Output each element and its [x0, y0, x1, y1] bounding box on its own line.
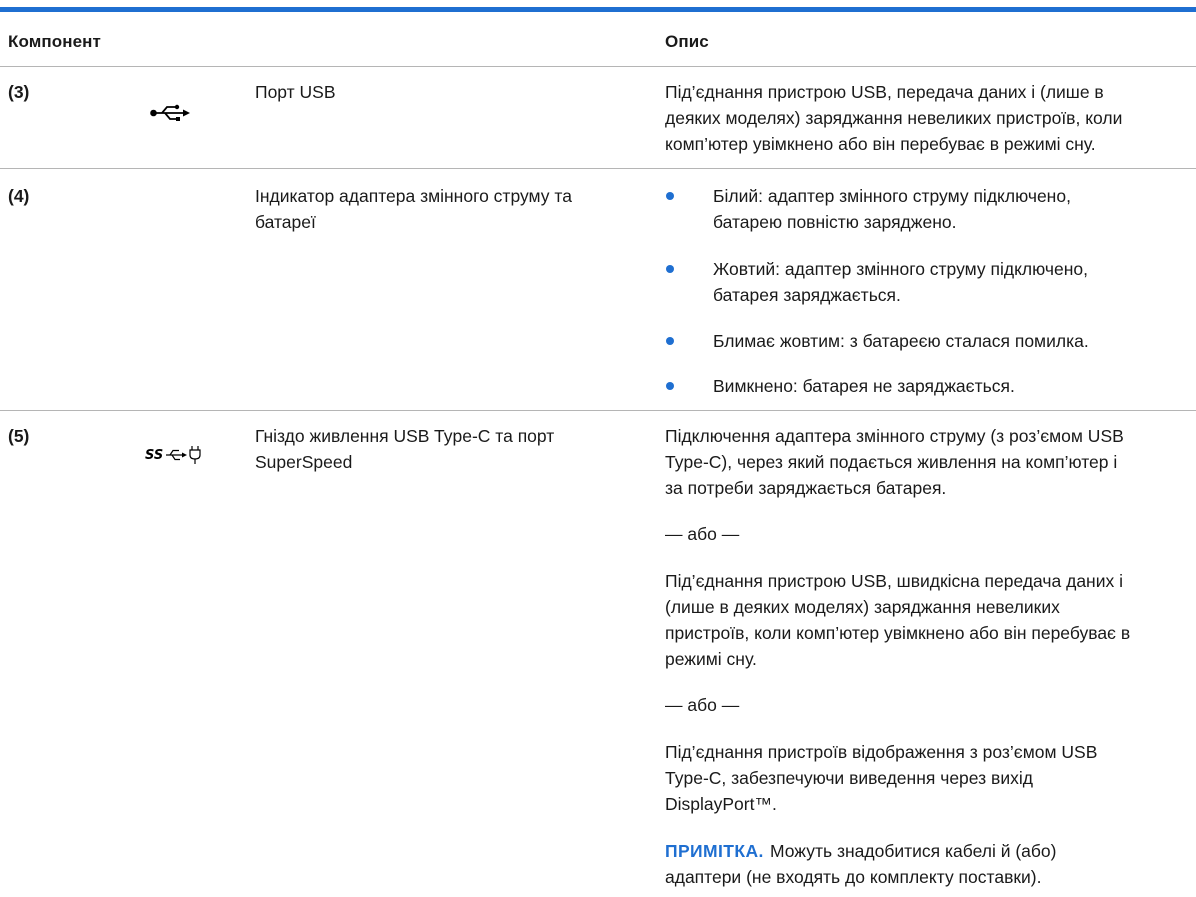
bullet-icon: [666, 192, 674, 200]
bullet-text: Жовтий: адаптер змінного струму підключе…: [713, 259, 1088, 279]
desc-line: деяких моделях) заряджання невеликих при…: [665, 108, 1123, 128]
usb-icon: [150, 104, 190, 121]
component-name: Порт USB: [255, 82, 336, 102]
desc-line: Під’єднання пристрою USB, передача даних…: [665, 82, 1104, 102]
note-text: Можуть знадобитися кабелі й (або): [770, 841, 1057, 861]
component-name: SuperSpeed: [255, 452, 353, 472]
desc-line: Під’єднання пристроїв відображення з роз…: [665, 742, 1098, 762]
desc-line: пристроїв, коли комп’ютер увімкнено або …: [665, 623, 1131, 643]
row-number: (4): [8, 186, 30, 206]
bullet-text: Білий: адаптер змінного струму підключен…: [713, 186, 1071, 206]
note-label: ПРИМІТКА.: [665, 841, 764, 861]
header-rule: [0, 66, 1196, 67]
desc-line: режимі сну.: [665, 649, 757, 669]
note-text: адаптери (не входять до комплекту постав…: [665, 867, 1042, 887]
header-description: Опис: [665, 32, 709, 51]
component-name: Індикатор адаптера змінного струму та: [255, 186, 572, 206]
desc-line: за потреби заряджається батарея.: [665, 478, 947, 498]
desc-line: (лише в деяких моделях) заряджання невел…: [665, 597, 1060, 617]
component-name: Гніздо живлення USB Type-C та порт: [255, 426, 555, 446]
bullet-text: Блимає жовтим: з батареєю сталася помилк…: [713, 331, 1089, 351]
desc-line: Type-C), через який подається живлення н…: [665, 452, 1118, 472]
usb-superspeed-power-icon: SS: [145, 446, 201, 464]
bullet-icon: [666, 337, 674, 345]
svg-text:SS: SS: [145, 448, 163, 463]
desc-line: комп’ютер увімкнено або він перебуває в …: [665, 134, 1096, 154]
bullet-icon: [666, 382, 674, 390]
bullet-text: батарею повністю заряджено.: [713, 212, 957, 232]
table-top-rule: [0, 7, 1196, 12]
header-component: Компонент: [8, 32, 101, 51]
row-rule: [0, 168, 1196, 169]
or-separator: — або —: [665, 695, 740, 715]
bullet-icon: [666, 265, 674, 273]
spec-table: Компонент Опис (3) Порт USB Під’єднання …: [0, 0, 1196, 897]
desc-line: Під’єднання пристрою USB, швидкісна пере…: [665, 571, 1123, 591]
bullet-text: Вимкнено: батарея не заряджається.: [713, 376, 1015, 396]
row-number: (3): [8, 82, 30, 102]
bullet-text: батарея заряджається.: [713, 285, 901, 305]
row-number: (5): [8, 426, 30, 446]
row-rule: [0, 410, 1196, 411]
component-name: батареї: [255, 212, 316, 232]
or-separator: — або —: [665, 524, 740, 544]
desc-line: Type-C, забезпечуючи виведення через вих…: [665, 768, 1033, 788]
desc-line: Підключення адаптера змінного струму (з …: [665, 426, 1124, 446]
desc-line: DisplayPort™.: [665, 794, 777, 814]
